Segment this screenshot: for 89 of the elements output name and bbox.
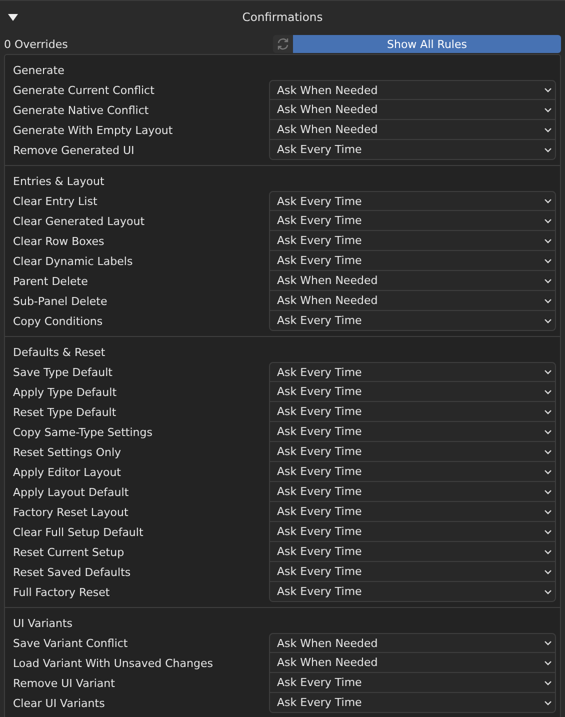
rule-label: Clear Entry List — [12, 194, 98, 208]
rule-label: Clear UI Variants — [12, 696, 106, 710]
chevron-down-icon — [544, 468, 552, 474]
rule-label: Generate Native Conflict — [12, 104, 150, 116]
chevron-down-icon — [544, 488, 552, 494]
chevron-down-icon — [544, 126, 552, 132]
chevron-down-icon — [544, 548, 552, 554]
rule-dropdown[interactable]: Ask Every Time — [269, 362, 556, 382]
rule-label: Apply Editor Layout — [12, 466, 122, 478]
chevron-down-icon — [544, 218, 552, 224]
show-all-rules-button[interactable]: Show All Rules — [293, 35, 561, 53]
chevron-down-icon — [544, 369, 552, 375]
rule-label: Remove Generated UI — [12, 144, 136, 156]
rule-dropdown[interactable]: Ask Every Time — [269, 522, 556, 542]
rule-dropdown[interactable]: Ask Every Time — [269, 562, 556, 582]
chevron-down-icon — [544, 528, 552, 534]
rule-label: Full Factory Reset — [12, 586, 111, 598]
rule-dropdown[interactable]: Ask Every Time — [269, 482, 556, 502]
chevron-down-icon — [544, 640, 552, 646]
rule-label: Clear Generated Layout — [12, 214, 146, 228]
rule-label: Clear Dynamic Labels — [12, 254, 134, 268]
rule-label: Clear Row Boxes — [12, 234, 106, 248]
rule-label: Parent Delete — [12, 274, 89, 288]
chevron-down-icon — [544, 146, 552, 152]
rule-dropdown[interactable]: Ask Every Time — [269, 542, 556, 562]
chevron-down-icon — [544, 680, 552, 686]
rule-label: Remove UI Variant — [12, 676, 116, 690]
rule-label: Save Type Default — [12, 366, 114, 378]
chevron-down-icon — [544, 258, 552, 264]
rule-dropdown[interactable]: Ask When Needed — [269, 271, 556, 291]
rule-label: Reset Saved Defaults — [12, 566, 132, 578]
rule-dropdown[interactable]: Ask Every Time — [269, 442, 556, 462]
rule-dropdown[interactable]: Ask Every Time — [269, 673, 556, 693]
rule-label: Clear Full Setup Default — [12, 526, 144, 538]
rule-label: Save Variant Conflict — [12, 636, 129, 650]
rule-label: Reset Settings Only — [12, 446, 122, 458]
chevron-down-icon — [544, 238, 552, 244]
rule-dropdown[interactable]: Ask When Needed — [269, 291, 556, 311]
rule-dropdown[interactable]: Ask When Needed — [269, 80, 556, 100]
chevron-down-icon — [544, 660, 552, 666]
section-title: UI Variants — [12, 616, 74, 632]
rule-dropdown[interactable]: Ask Every Time — [269, 382, 556, 402]
rule-label: Copy Same-Type Settings — [12, 426, 154, 438]
rule-label: Reset Type Default — [12, 406, 118, 418]
rule-dropdown[interactable]: Ask Every Time — [269, 140, 556, 160]
rule-dropdown[interactable]: Ask Every Time — [269, 402, 556, 422]
chevron-down-icon — [544, 700, 552, 706]
rule-dropdown[interactable]: Ask When Needed — [269, 120, 556, 140]
rule-dropdown[interactable]: Ask When Needed — [269, 653, 556, 673]
rule-label: Apply Type Default — [12, 386, 118, 398]
collapse-triangle-icon[interactable] — [8, 12, 18, 22]
chevron-down-icon — [544, 388, 552, 394]
rule-dropdown[interactable]: Ask Every Time — [269, 422, 556, 442]
rule-dropdown[interactable]: Ask When Needed — [269, 633, 556, 653]
chevron-down-icon — [544, 448, 552, 454]
rule-label: Generate Current Conflict — [12, 84, 156, 96]
chevron-down-icon — [544, 508, 552, 514]
rule-label: Generate With Empty Layout — [12, 124, 174, 136]
chevron-down-icon — [544, 298, 552, 304]
chevron-down-icon — [544, 198, 552, 204]
rule-dropdown[interactable]: Ask Every Time — [269, 502, 556, 522]
chevron-down-icon — [544, 318, 552, 324]
chevron-down-icon — [544, 408, 552, 414]
rule-label: Sub-Panel Delete — [12, 294, 108, 308]
rule-dropdown[interactable]: Ask Every Time — [269, 211, 556, 231]
rule-dropdown[interactable]: Ask Every Time — [269, 462, 556, 482]
rule-label: Reset Current Setup — [12, 546, 126, 558]
chevron-down-icon — [544, 588, 552, 594]
section-title: Generate — [12, 62, 66, 78]
chevron-down-icon — [544, 278, 552, 284]
rule-dropdown[interactable]: Ask When Needed — [269, 100, 556, 120]
section-title: Entries & Layout — [12, 174, 106, 190]
section-title: Defaults & Reset — [12, 344, 106, 360]
rule-label: Apply Layout Default — [12, 486, 130, 498]
rule-dropdown[interactable]: Ask Every Time — [269, 251, 556, 271]
panel-title: Confirmations — [241, 10, 324, 24]
rule-dropdown[interactable]: Ask Every Time — [269, 582, 556, 602]
chevron-down-icon — [544, 106, 552, 112]
rule-label: Factory Reset Layout — [12, 506, 130, 518]
rule-dropdown[interactable]: Ask Every Time — [269, 231, 556, 251]
rule-label: Copy Conditions — [12, 314, 104, 328]
rule-dropdown[interactable]: Ask Every Time — [269, 191, 556, 211]
rule-label: Load Variant With Unsaved Changes — [12, 656, 214, 670]
overrides-count: 0 Overrides — [4, 38, 69, 50]
rule-dropdown[interactable]: Ask Every Time — [269, 693, 556, 713]
chevron-down-icon — [544, 428, 552, 434]
chevron-down-icon — [544, 568, 552, 574]
rule-dropdown[interactable]: Ask Every Time — [269, 311, 556, 331]
chevron-down-icon — [544, 87, 552, 93]
